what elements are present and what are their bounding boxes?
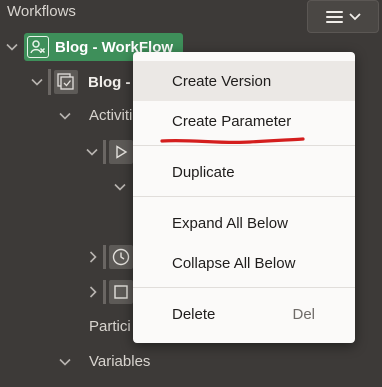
menu-item-label: Create Version [172, 72, 272, 90]
activity-wait-expand-toggle-icon[interactable] [87, 251, 99, 263]
menu-item-label: Create Parameter [172, 112, 292, 130]
version-icon [54, 70, 78, 94]
panel-title: Workflows [7, 3, 76, 20]
activity-end-expand-toggle-icon[interactable] [87, 286, 99, 298]
menu-item-label: Duplicate [172, 163, 235, 181]
menu-item-label: Collapse All Below [172, 254, 296, 272]
tree-node-activity-start[interactable] [103, 140, 133, 164]
tree-node-version[interactable]: Blog - V [48, 68, 145, 96]
context-menu: Create Version Create Parameter Duplicat… [133, 52, 355, 343]
tree-node-activity-wait[interactable] [103, 245, 133, 269]
menu-item-label: Expand All Below [172, 214, 288, 232]
menu-separator [133, 196, 355, 197]
play-icon [109, 140, 133, 164]
square-icon [109, 280, 133, 304]
menu-item-label: Delete [172, 305, 216, 323]
variables-expand-toggle-icon[interactable] [59, 356, 71, 368]
menu-separator [133, 287, 355, 288]
menu-item-create-version[interactable]: Create Version [133, 61, 355, 101]
menu-item-create-parameter[interactable]: Create Parameter [133, 101, 355, 141]
shortcut-hint: Del [292, 305, 315, 323]
menu-item-expand-all-below[interactable]: Expand All Below [133, 203, 355, 243]
chevron-down-icon [348, 12, 361, 20]
root-expand-toggle-icon[interactable] [6, 41, 18, 53]
menu-item-delete[interactable]: Delete Del [133, 294, 355, 334]
workflow-icon [27, 36, 49, 58]
hamburger-icon [325, 10, 343, 23]
red-underline-annotation [160, 137, 305, 145]
version-expand-toggle-icon[interactable] [31, 76, 43, 88]
tree-node-activity-end[interactable] [103, 280, 133, 304]
tree-actions-menu-button[interactable] [307, 0, 379, 33]
activity-start-expand-toggle-icon[interactable] [86, 146, 98, 158]
menu-item-collapse-all-below[interactable]: Collapse All Below [133, 243, 355, 283]
tree-node-activities[interactable]: Activiti [89, 107, 132, 124]
activities-expand-toggle-icon[interactable] [59, 110, 71, 122]
tree-node-variables[interactable]: Variables [89, 353, 150, 370]
activity-child-expand-toggle-icon[interactable] [114, 181, 126, 193]
clock-icon [109, 245, 133, 269]
menu-item-duplicate[interactable]: Duplicate [133, 152, 355, 192]
tree-node-participants[interactable]: Partici [89, 318, 131, 335]
